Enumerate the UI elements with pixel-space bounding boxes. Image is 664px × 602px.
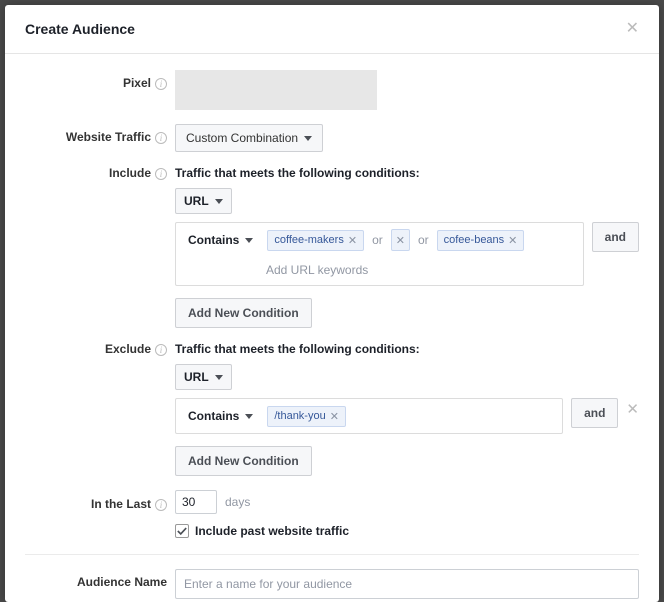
audience-name-input[interactable]	[175, 569, 639, 599]
empty-token[interactable]: ✕	[391, 229, 410, 251]
days-input[interactable]	[175, 490, 217, 514]
or-label: or	[370, 233, 385, 247]
chevron-down-icon	[215, 375, 223, 380]
include-subhead: Traffic that meets the following conditi…	[175, 166, 639, 180]
chevron-down-icon	[215, 199, 223, 204]
url-token[interactable]: coffee-makers✕	[267, 230, 364, 251]
exclude-condition-box: Contains /thank-you✕	[175, 398, 563, 434]
pixel-selector[interactable]	[175, 70, 377, 110]
exclude-contains-dropdown[interactable]: Contains	[184, 405, 257, 427]
remove-token-icon[interactable]: ✕	[396, 235, 405, 247]
add-condition-button[interactable]: Add New Condition	[175, 446, 312, 476]
url-keyword-input[interactable]: Add URL keywords	[176, 257, 583, 285]
remove-condition-icon[interactable]: ✕	[626, 398, 639, 417]
url-token[interactable]: cofee-beans✕	[437, 230, 525, 251]
checkbox-checked-icon	[175, 524, 189, 538]
audience-name-label: Audience Name	[25, 569, 175, 599]
remove-token-icon[interactable]: ✕	[330, 410, 339, 423]
exclude-subhead: Traffic that meets the following conditi…	[175, 342, 639, 356]
and-button[interactable]: and	[592, 222, 639, 252]
exclude-url-dropdown[interactable]: URL	[175, 364, 232, 390]
in-the-last-label: In the Lasti	[25, 493, 175, 511]
info-icon[interactable]: i	[155, 78, 167, 90]
close-icon[interactable]: ✕	[622, 19, 643, 39]
chevron-down-icon	[245, 238, 253, 243]
or-label: or	[416, 233, 431, 247]
include-past-traffic-checkbox[interactable]: Include past website traffic	[175, 524, 639, 538]
and-button[interactable]: and	[571, 398, 618, 428]
info-icon[interactable]: i	[155, 132, 167, 144]
days-label: days	[217, 495, 250, 509]
include-condition-box: Contains coffee-makers✕ or ✕ or	[175, 222, 584, 286]
create-audience-modal: Create Audience ✕ Pixeli Website Traffic…	[5, 5, 659, 602]
remove-token-icon[interactable]: ✕	[508, 234, 517, 247]
chevron-down-icon	[304, 136, 312, 141]
url-token[interactable]: /thank-you✕	[267, 406, 346, 427]
info-icon[interactable]: i	[155, 168, 167, 180]
chevron-down-icon	[245, 414, 253, 419]
website-traffic-dropdown[interactable]: Custom Combination	[175, 124, 323, 152]
remove-token-icon[interactable]: ✕	[348, 234, 357, 247]
include-label: Includei	[25, 166, 175, 328]
modal-title: Create Audience	[25, 21, 135, 37]
info-icon[interactable]: i	[155, 344, 167, 356]
website-traffic-label: Website Traffici	[25, 124, 175, 152]
info-icon[interactable]: i	[155, 499, 167, 511]
modal-header: Create Audience ✕	[5, 5, 659, 54]
include-contains-dropdown[interactable]: Contains	[184, 229, 257, 251]
include-url-dropdown[interactable]: URL	[175, 188, 232, 214]
add-condition-button[interactable]: Add New Condition	[175, 298, 312, 328]
exclude-label: Excludei	[25, 342, 175, 476]
pixel-label: Pixeli	[25, 70, 175, 110]
